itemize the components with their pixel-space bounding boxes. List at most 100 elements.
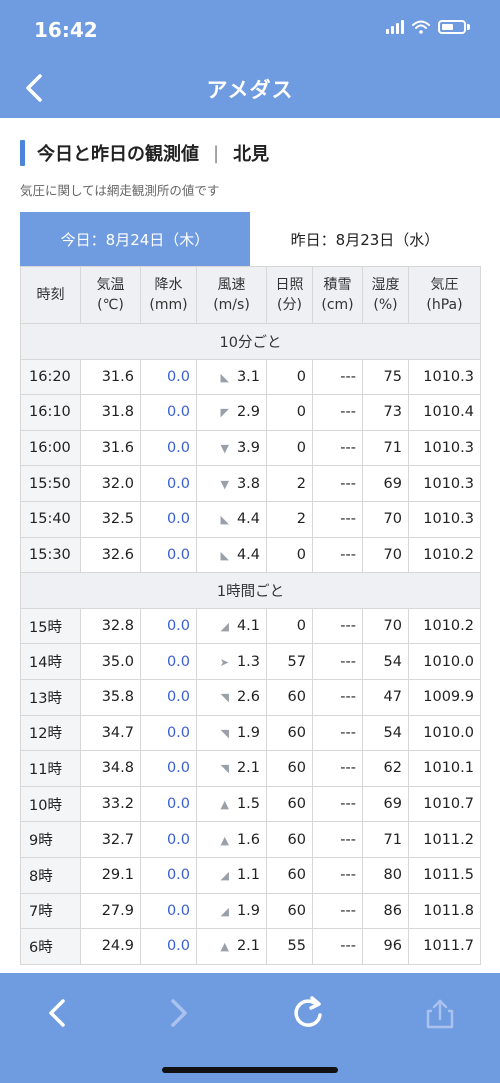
section-row: 1時間ごと	[20, 572, 481, 609]
wind-speed-value: 4.4	[236, 546, 260, 563]
time-cell: 15時	[20, 607, 81, 645]
precipitation-cell: 0.0	[140, 678, 197, 716]
temperature-cell: 33.2	[80, 785, 141, 823]
table-row: 12時 34.7 0.0 ◥ 1.9 60 --- 54 1010.0	[20, 714, 481, 752]
status-time: 16:42	[34, 18, 98, 42]
wind-direction-icon: ▼	[220, 442, 229, 456]
column-header: 風速 (m/s)	[196, 266, 267, 324]
temperature-cell: 29.1	[80, 856, 141, 894]
sunshine-cell: 0	[266, 358, 313, 396]
time-cell: 16:10	[20, 394, 81, 431]
wind-direction-icon: ◣	[220, 548, 229, 562]
table-row: 15:30 32.6 0.0 ◣ 4.4 0 --- 70 1010.2	[20, 536, 481, 574]
pressure-cell: 1010.0	[408, 714, 481, 752]
tab-yesterday[interactable]: 昨日：8月23日（水）	[250, 212, 480, 266]
wind-direction-icon: ▲	[220, 940, 229, 954]
home-indicator[interactable]	[162, 1067, 338, 1073]
wind-cell: ◢ 4.1	[196, 607, 267, 645]
sunshine-cell: 60	[266, 821, 313, 858]
time-cell: 6時	[20, 928, 81, 965]
top-bar: 16:42 アメダス	[0, 0, 500, 118]
wind-cell: ◢ 1.9	[196, 892, 267, 930]
wind-cell: ◣ 4.4	[196, 500, 267, 538]
sunshine-cell: 60	[266, 892, 313, 930]
table-header-row: 時刻 気温 (℃) 降水 (mm) 風速 (m/s) 日照 (分) 積雪 (cm) 湿度 (%) 気圧 (h…	[20, 266, 481, 324]
snow-cell: ---	[312, 465, 363, 502]
heading-station: 北見	[233, 144, 270, 165]
snow-cell: ---	[312, 394, 363, 431]
precipitation-cell: 0.0	[140, 465, 197, 502]
wind-speed-value: 3.8	[236, 475, 260, 492]
sunshine-cell: 57	[266, 643, 313, 680]
wind-speed-value: 4.4	[236, 511, 260, 528]
table-row: 15時 32.8 0.0 ◢ 4.1 0 --- 70 1010.2	[20, 607, 481, 645]
humidity-cell: 54	[362, 714, 409, 752]
column-header-label: 風速	[217, 277, 246, 293]
pressure-cell: 1011.8	[408, 892, 481, 930]
sunshine-cell: 2	[266, 500, 313, 538]
wind-cell: ▲ 1.6	[196, 821, 267, 858]
table-row: 13時 35.8 0.0 ◥ 2.6 60 --- 47 1009.9	[20, 678, 481, 716]
table-row: 16:10 31.8 0.0 ◤ 2.9 0 --- 73 1010.4	[20, 394, 481, 431]
pressure-cell: 1010.4	[408, 394, 481, 431]
wind-direction-icon: ◥	[220, 726, 229, 740]
temperature-cell: 34.8	[80, 750, 141, 787]
snow-cell: ---	[312, 714, 363, 752]
sunshine-cell: 0	[266, 394, 313, 431]
table-row: 16:20 31.6 0.0 ◣ 3.1 0 --- 75 1010.3	[20, 358, 481, 396]
wind-direction-icon: ▲	[220, 833, 229, 847]
humidity-cell: 70	[362, 536, 409, 574]
pressure-cell: 1010.3	[408, 465, 481, 502]
pressure-cell: 1010.3	[408, 429, 481, 467]
time-cell: 12時	[20, 714, 81, 752]
signal-icon	[386, 20, 404, 34]
wind-direction-icon: ▲	[220, 798, 229, 812]
precipitation-cell: 0.0	[140, 536, 197, 574]
time-cell: 11時	[20, 750, 81, 787]
pressure-cell: 1009.9	[408, 678, 481, 716]
time-cell: 15:50	[20, 465, 81, 502]
humidity-cell: 86	[362, 892, 409, 930]
snow-cell: ---	[312, 750, 363, 787]
humidity-cell: 71	[362, 821, 409, 858]
wind-cell: ◢ 1.1	[196, 856, 267, 894]
table-row: 7時 27.9 0.0 ◢ 1.9 60 --- 86 1011.8	[20, 892, 481, 930]
precipitation-cell: 0.0	[140, 394, 197, 431]
wind-direction-icon: ◣	[220, 513, 229, 527]
humidity-cell: 75	[362, 358, 409, 396]
wind-speed-value: 3.9	[236, 440, 260, 457]
tab-today[interactable]: 今日：8月24日（木）	[20, 212, 250, 266]
column-header: 湿度 (%)	[362, 266, 409, 324]
wifi-icon	[412, 20, 430, 34]
chevron-left-icon[interactable]	[36, 991, 80, 1035]
temperature-cell: 35.8	[80, 678, 141, 716]
wind-cell: ▲ 2.1	[196, 928, 267, 965]
precipitation-cell: 0.0	[140, 358, 197, 396]
section-heading: 今日と昨日の観測値 | 北見	[20, 140, 269, 166]
sunshine-cell: 0	[266, 536, 313, 574]
pressure-cell: 1010.3	[408, 500, 481, 538]
pressure-cell: 1010.2	[408, 536, 481, 574]
snow-cell: ---	[312, 643, 363, 680]
table-row: 15:40 32.5 0.0 ◣ 4.4 2 --- 70 1010.3	[20, 500, 481, 538]
column-header-label: 積雪	[323, 277, 352, 293]
snow-cell: ---	[312, 500, 363, 538]
sunshine-cell: 0	[266, 607, 313, 645]
share-icon[interactable]	[418, 991, 462, 1035]
humidity-cell: 71	[362, 429, 409, 467]
table-row: 6時 24.9 0.0 ▲ 2.1 55 --- 96 1011.7	[20, 928, 481, 965]
precipitation-cell: 0.0	[140, 928, 197, 965]
reload-icon[interactable]	[286, 991, 330, 1035]
temperature-cell: 34.7	[80, 714, 141, 752]
wind-speed-value: 2.6	[236, 689, 260, 706]
column-header-unit: (m/s)	[213, 297, 250, 313]
pressure-cell: 1010.0	[408, 643, 481, 680]
wind-speed-value: 1.3	[236, 653, 260, 670]
precipitation-cell: 0.0	[140, 856, 197, 894]
wind-cell: ➤ 1.3	[196, 643, 267, 680]
table-row: 14時 35.0 0.0 ➤ 1.3 57 --- 54 1010.0	[20, 643, 481, 680]
column-header-label: 気圧	[430, 277, 459, 293]
time-cell: 7時	[20, 892, 81, 930]
pressure-cell: 1011.5	[408, 856, 481, 894]
chevron-right-icon[interactable]	[156, 991, 200, 1035]
